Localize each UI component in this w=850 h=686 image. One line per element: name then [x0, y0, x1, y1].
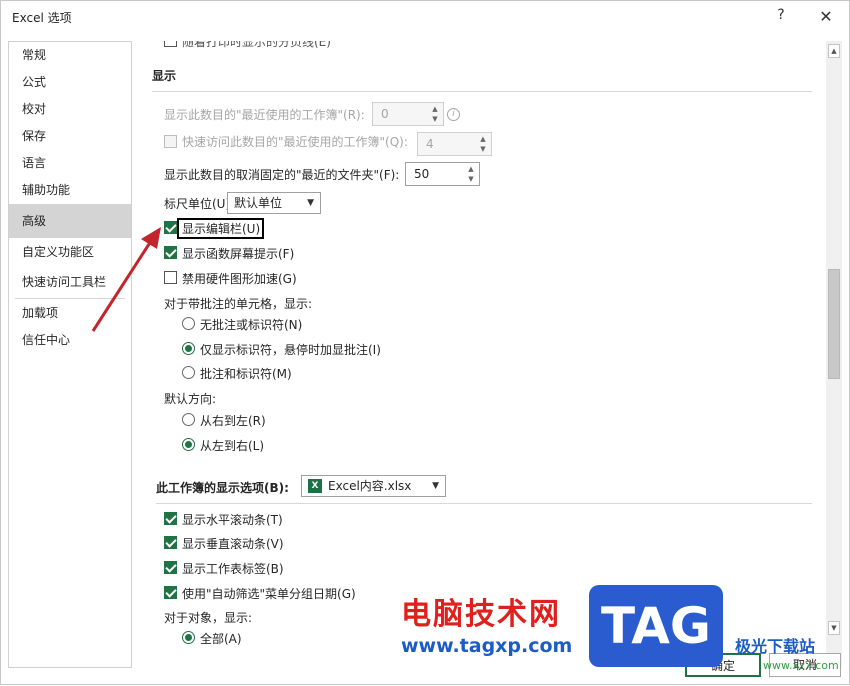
annotation-arrow	[91, 227, 161, 332]
watermark-site-url: www.xz7.com	[763, 659, 839, 672]
watermark-tag-logo: TAG	[589, 585, 723, 667]
watermark-url: www.tagxp.com	[401, 635, 573, 657]
watermark-site-name: 极光下载站	[735, 637, 816, 656]
watermark-cn-text: 电脑技术网	[401, 597, 561, 632]
excel-options-dialog: Excel 选项 ? ✕ 常规 公式 校对 保存 语言 辅助功能 高级 自定义功…	[0, 0, 850, 685]
annotation-arrow-line	[91, 240, 153, 332]
annotation-arrow-head	[141, 227, 161, 249]
